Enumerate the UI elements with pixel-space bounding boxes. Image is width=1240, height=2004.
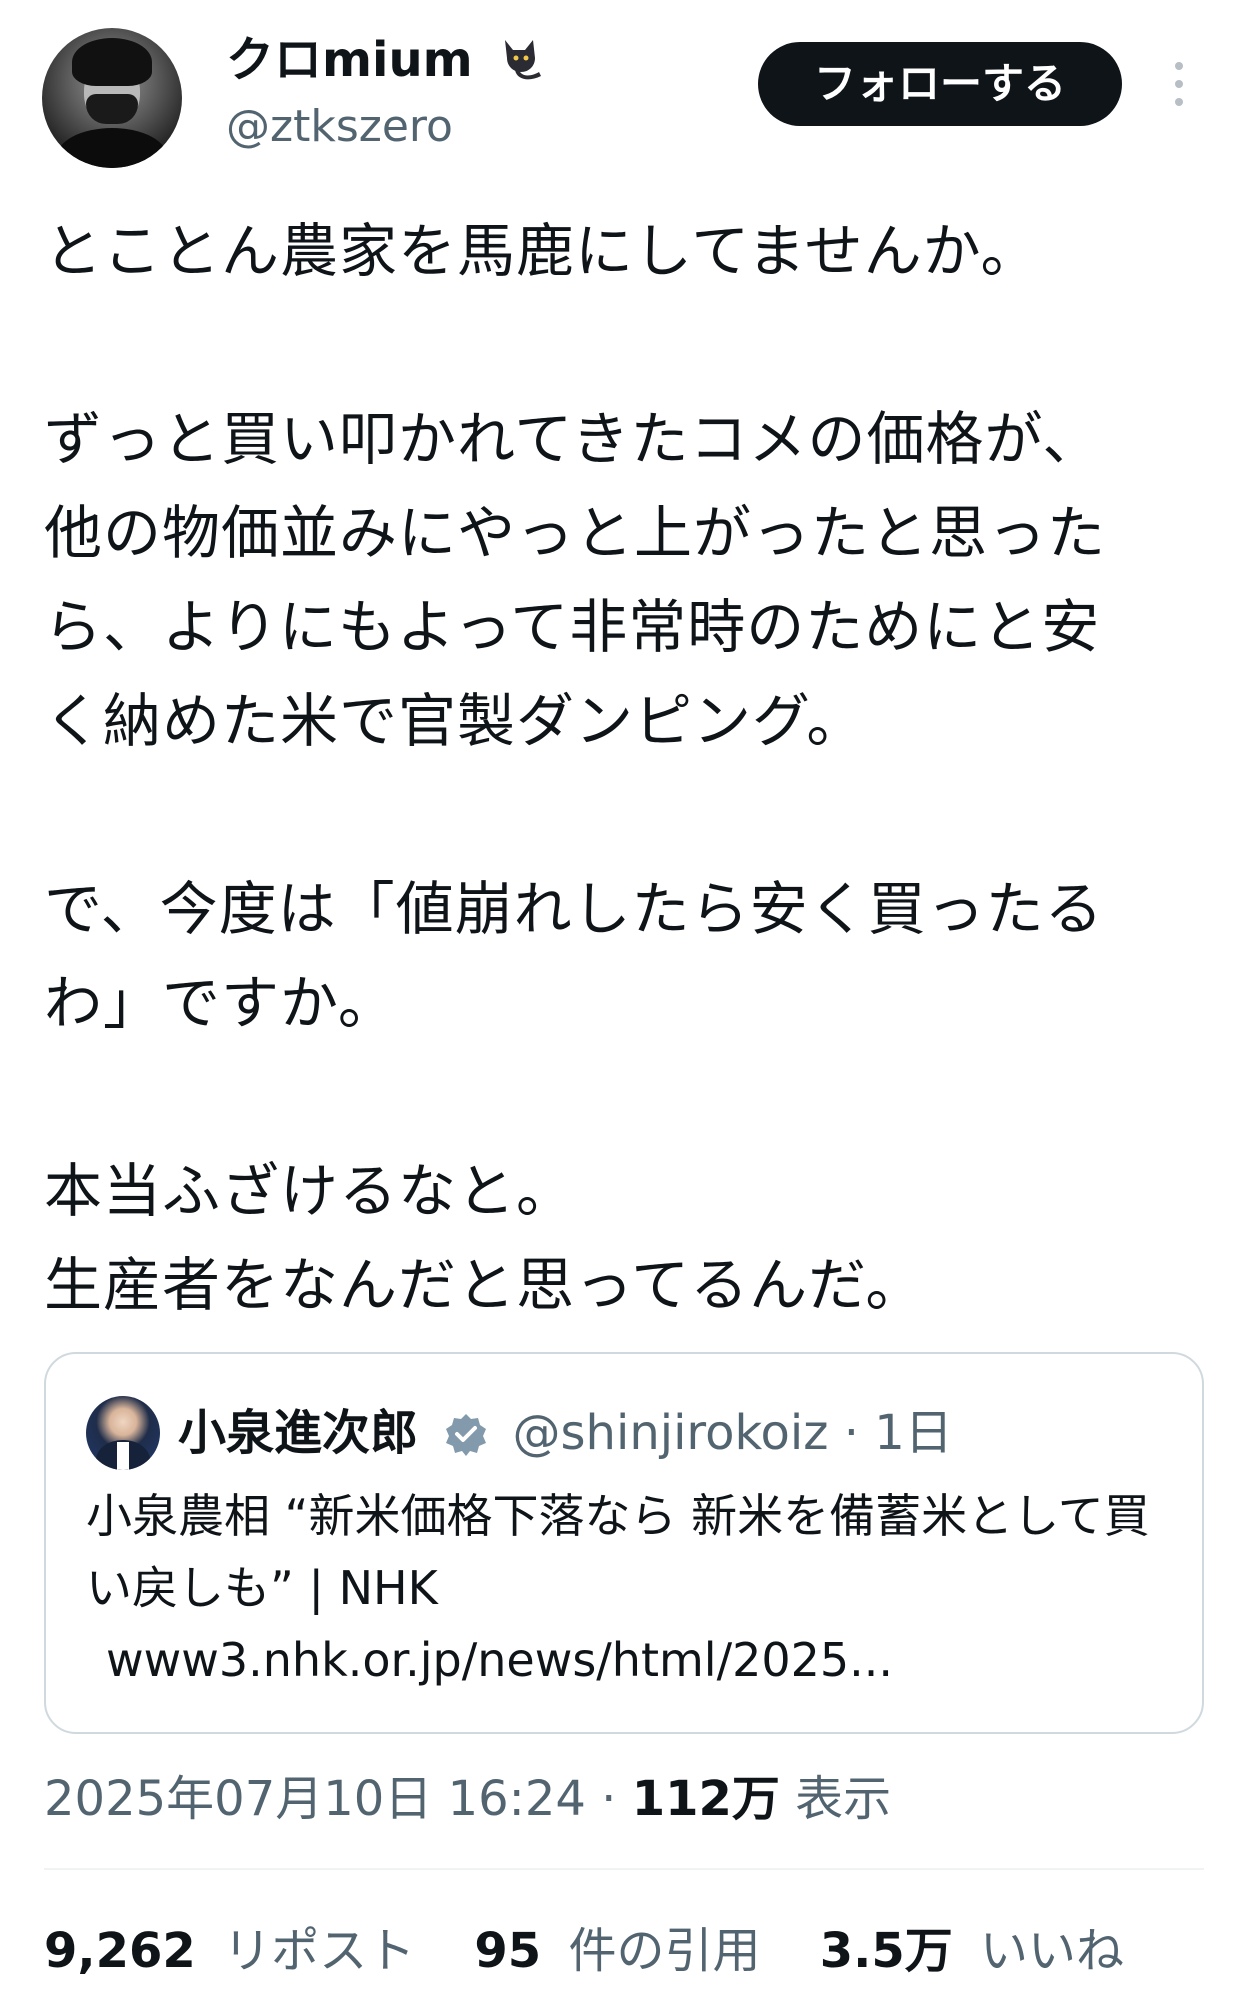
quote-separator: · [843, 1405, 859, 1461]
verified-badge-icon [446, 1414, 487, 1456]
meta-separator: · [601, 1771, 617, 1827]
more-vertical-icon[interactable] [1164, 62, 1194, 110]
author-handle[interactable]: @ztkszero [226, 100, 453, 154]
likes-stat[interactable]: 3.5万 いいね [820, 1918, 1124, 1984]
author-display-name[interactable]: クロmium [226, 32, 473, 88]
quote-time: 1日 [874, 1405, 953, 1461]
tweet-text: とことん農家を馬鹿にしてませんか。 ずっと買い叩かれてきたコメの価格が、 他の物… [44, 217, 1107, 1319]
reposts-stat[interactable]: 9,262 リポスト [44, 1918, 415, 1984]
author-avatar[interactable] [42, 28, 182, 168]
avatar-mask [86, 94, 138, 124]
views-count: 112万 [631, 1771, 780, 1827]
quoted-tweet-card[interactable]: 小泉進次郎 @shinjirokoiz · 1日 小泉農相 “新米価格下落なら … [44, 1352, 1204, 1734]
quotes-stat[interactable]: 95 件の引用 [474, 1918, 760, 1984]
author-name-row[interactable]: クロmium [226, 30, 547, 90]
quote-author-avatar [86, 1396, 160, 1470]
quote-text-block: 小泉農相 “新米価格下落なら 新米を備蓄米として買い戻しも” | NHK www… [86, 1480, 1166, 1696]
divider [44, 1868, 1204, 1870]
avatar-body [56, 128, 168, 168]
tweet-header: クロmium @ztkszero フォローする [0, 0, 1240, 180]
quote-author-name: 小泉進次郎 [178, 1405, 419, 1461]
follow-button[interactable]: フォローする [758, 42, 1122, 126]
tweet-timestamp[interactable]: 2025年07月10日 16:24 [44, 1771, 586, 1827]
views-label: 表示 [795, 1771, 892, 1827]
avatar-hair [72, 38, 152, 86]
quote-link-url[interactable]: www3.nhk.or.jp/news/html/2025... [106, 1633, 893, 1687]
reposts-count: 9,262 [44, 1923, 196, 1979]
quote-author-handle: @shinjirokoiz [512, 1405, 829, 1461]
quotes-label: 件の引用 [568, 1923, 761, 1979]
likes-label: いいね [980, 1923, 1125, 1979]
avatar-shirt [117, 1442, 129, 1470]
quotes-count: 95 [474, 1923, 542, 1979]
black-cat-icon [505, 40, 542, 80]
engagement-stats: 9,262 リポスト 95 件の引用 3.5万 いいね [44, 1918, 1168, 1984]
reposts-label: リポスト [223, 1923, 416, 1979]
likes-count: 3.5万 [819, 1923, 953, 1979]
quote-header: 小泉進次郎 @shinjirokoiz · 1日 [178, 1398, 953, 1468]
quote-headline: 小泉農相 “新米価格下落なら 新米を備蓄米として買い戻しも” | NHK [86, 1489, 1150, 1615]
tweet-meta: 2025年07月10日 16:24 · 112万 表示 [44, 1766, 891, 1832]
